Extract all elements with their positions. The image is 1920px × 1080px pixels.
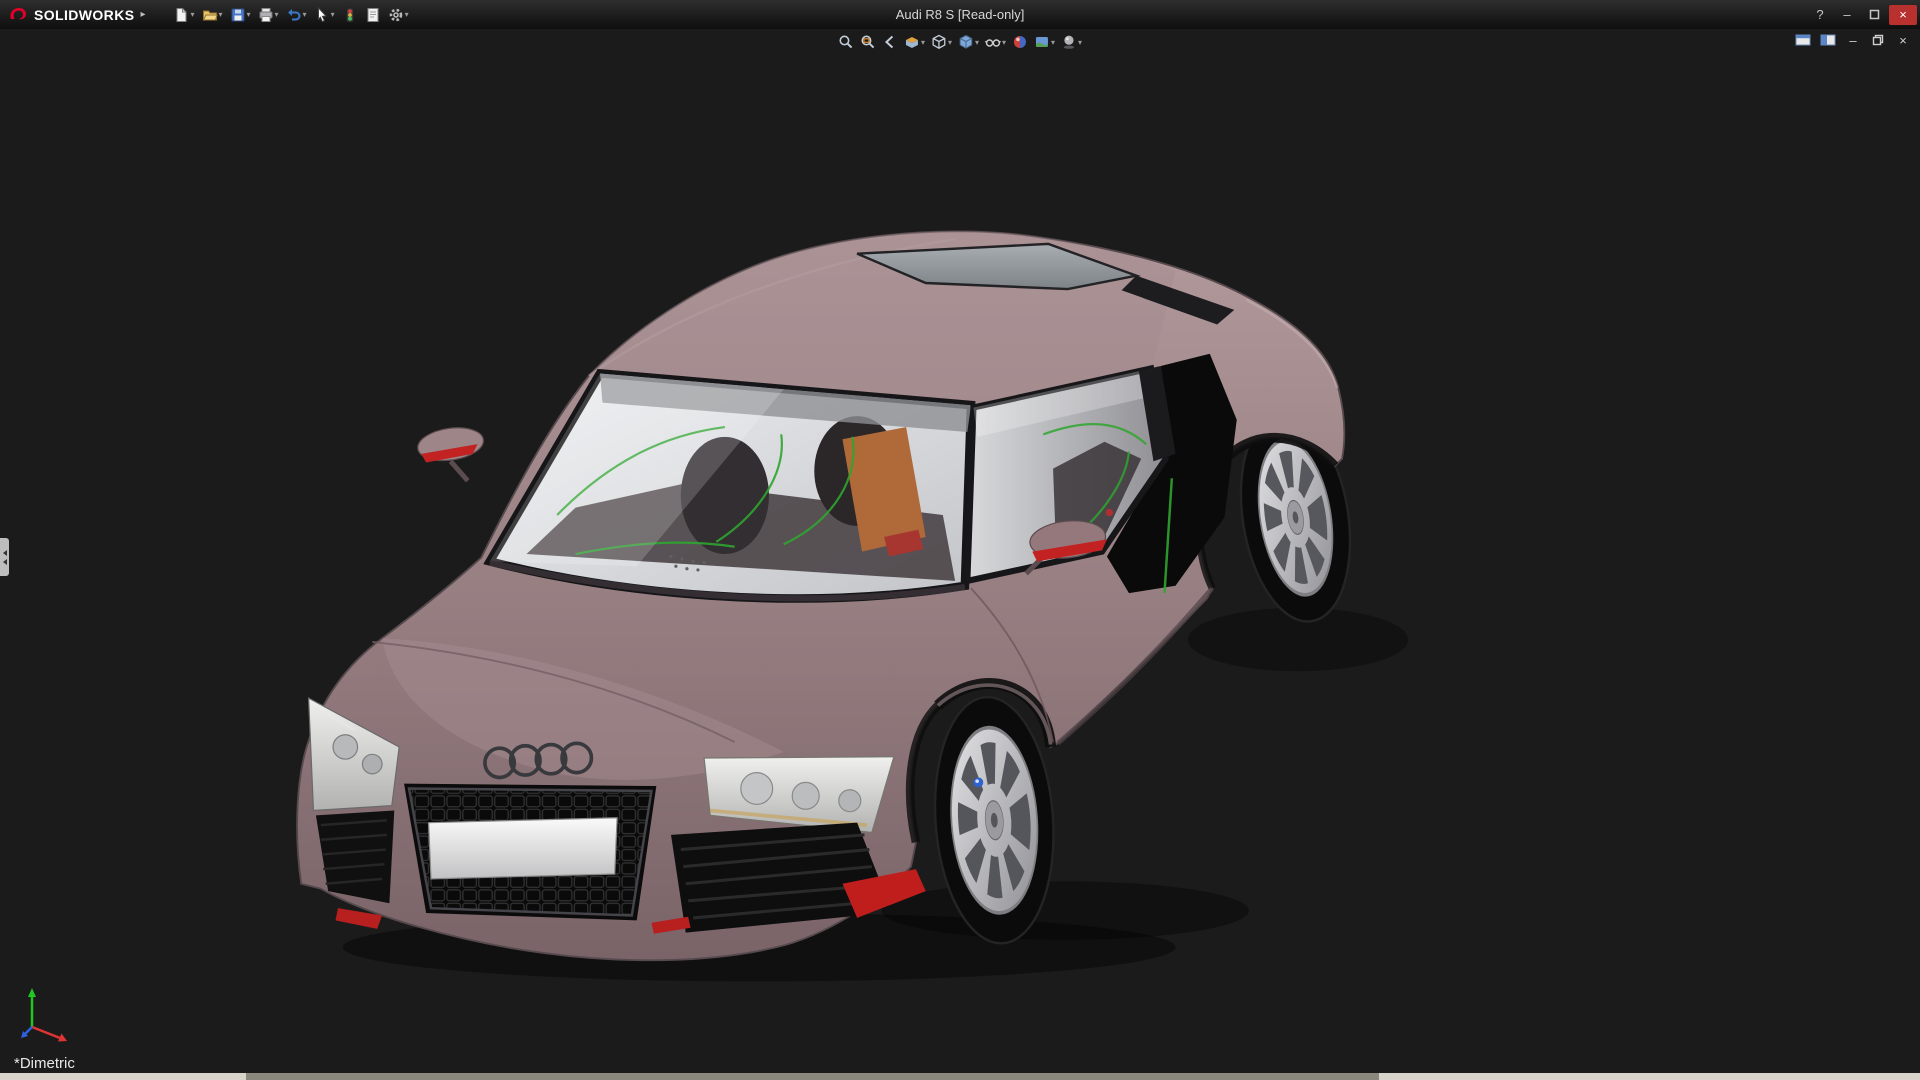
quick-access-toolbar: ▾ ▾ ▾ ▾ ▾ ▾ ▾ [171, 4, 410, 26]
print-button[interactable]: ▾ [256, 4, 281, 26]
model-audi-r8[interactable] [0, 29, 1920, 1073]
zoom-to-fit-icon [838, 34, 854, 50]
file-properties-button[interactable] [363, 4, 383, 26]
zoom-to-fit-button[interactable] [836, 32, 856, 52]
open-button[interactable]: ▾ [200, 4, 225, 26]
edit-appearance-button[interactable] [1010, 32, 1030, 52]
license-plate[interactable] [429, 818, 618, 879]
close-button[interactable]: × [1889, 5, 1917, 25]
zoom-to-area-icon [860, 34, 876, 50]
doc-close-button[interactable]: × [1894, 32, 1912, 48]
app-brand: SOLIDWORKS ▸ [0, 5, 153, 25]
collapse-arrow-icon [3, 550, 7, 556]
undo-icon [286, 7, 302, 23]
options-gear-icon [388, 7, 404, 23]
status-bar [0, 1073, 1920, 1080]
dassault-logo [8, 5, 28, 25]
pane-window-icon[interactable] [1819, 32, 1837, 48]
app-menu-arrow-icon[interactable]: ▸ [140, 9, 145, 20]
options-button[interactable]: ▾ [386, 4, 411, 26]
display-style-icon [958, 34, 974, 50]
new-document-button[interactable]: ▾ [171, 4, 196, 26]
doc-minimize-button[interactable]: – [1844, 32, 1862, 48]
view-orientation-button[interactable]: ▾ [929, 32, 954, 52]
undo-button[interactable]: ▾ [284, 4, 309, 26]
restore-icon [1872, 34, 1884, 46]
apply-scene-icon [1034, 34, 1050, 50]
open-folder-icon [202, 7, 218, 23]
hide-show-glasses-icon [985, 34, 1001, 50]
right-intake[interactable] [671, 823, 879, 933]
heads-up-view-toolbar: ▾ ▾ ▾ ▾ ▾ ▾ [836, 32, 1084, 52]
titlebar: SOLIDWORKS ▸ ▾ ▾ ▾ ▾ ▾ ▾ [0, 0, 1920, 29]
maximize-button[interactable] [1862, 5, 1886, 25]
minimize-button[interactable]: – [1835, 5, 1859, 25]
doc-restore-button[interactable] [1869, 32, 1887, 48]
previous-view-button[interactable] [880, 32, 900, 52]
apply-scene-button[interactable]: ▾ [1032, 32, 1057, 52]
select-cursor-icon [314, 7, 330, 23]
section-view-icon [904, 34, 920, 50]
document-window-controls: – × [1794, 32, 1912, 48]
orientation-triad[interactable] [16, 983, 86, 1049]
status-scrollbar[interactable] [246, 1073, 1379, 1080]
left-mirror[interactable] [416, 424, 486, 481]
zoom-to-area-button[interactable] [858, 32, 878, 52]
collapse-arrow-icon [3, 559, 7, 565]
section-view-button[interactable]: ▾ [902, 32, 927, 52]
view-settings-icon [1061, 34, 1077, 50]
maximize-icon [1869, 9, 1880, 20]
rebuild-stoplight-icon [342, 7, 358, 23]
graphics-area[interactable]: ▾ ▾ ▾ ▾ ▾ ▾ – [0, 29, 1920, 1073]
panel-splitter-tab[interactable] [0, 538, 9, 576]
hide-show-items-button[interactable]: ▾ [983, 32, 1008, 52]
select-button[interactable]: ▾ [312, 4, 337, 26]
view-orientation-cube-icon [931, 34, 947, 50]
interior-through-windshield [490, 373, 971, 581]
help-button[interactable]: ? [1808, 5, 1832, 25]
previous-view-icon [882, 34, 898, 50]
file-properties-icon [365, 7, 381, 23]
view-orientation-label: *Dimetric [14, 1055, 75, 1072]
brand-name: SOLIDWORKS [34, 7, 134, 23]
window-controls: ? – × [1808, 0, 1917, 29]
pane-window-icon[interactable] [1794, 32, 1812, 48]
window-title: Audi R8 S [Read-only] [896, 7, 1025, 22]
print-icon [258, 7, 274, 23]
rebuild-button[interactable] [340, 4, 360, 26]
new-document-icon [173, 7, 189, 23]
save-icon [230, 7, 246, 23]
edit-appearance-ball-icon [1012, 34, 1028, 50]
save-button[interactable]: ▾ [228, 4, 253, 26]
display-style-button[interactable]: ▾ [956, 32, 981, 52]
view-settings-button[interactable]: ▾ [1059, 32, 1084, 52]
